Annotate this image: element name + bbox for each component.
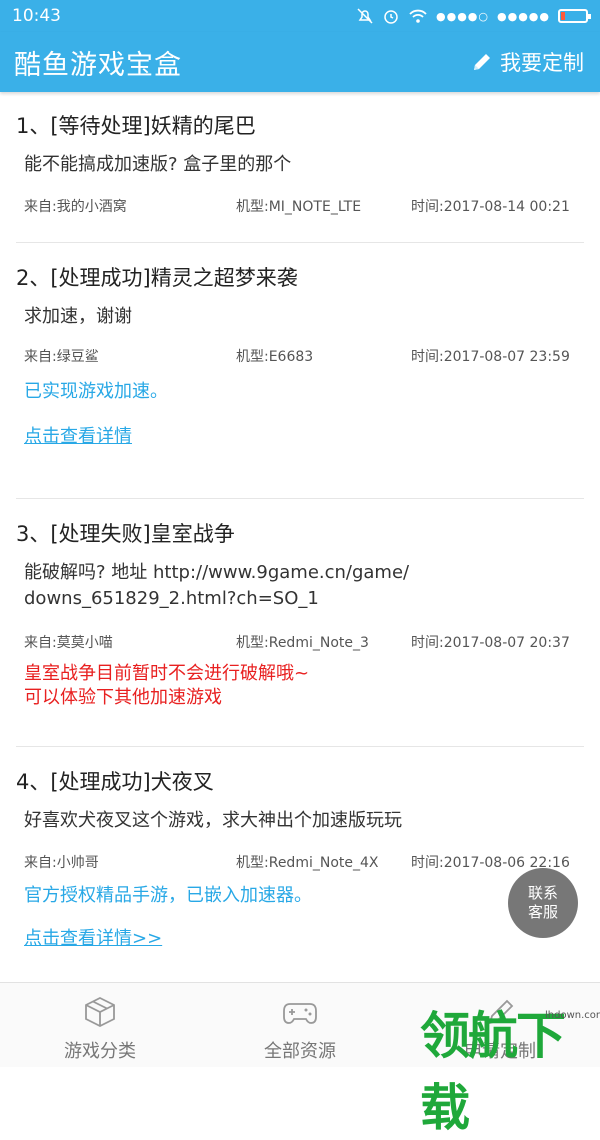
- item-from: 来自:绿豆鲨: [24, 349, 99, 365]
- signal-2-icon: ●●●●●: [497, 9, 550, 23]
- item-title: 4、[处理成功]犬夜叉: [16, 770, 214, 794]
- app-title: 酷鱼游戏宝盒: [14, 49, 182, 81]
- item-body: 好喜欢犬夜叉这个游戏，求大神出个加速版玩玩: [24, 810, 402, 831]
- divider: [16, 498, 584, 499]
- app-bar: 酷鱼游戏宝盒 我要定制: [0, 32, 600, 92]
- item-time: 时间:2017-08-07 23:59: [411, 349, 570, 365]
- item-body-line: 能破解吗? 地址 http://www.9game.cn/game/: [24, 562, 410, 583]
- item-reply: 已实现游戏加速。: [24, 381, 168, 402]
- box-icon: [85, 996, 115, 1028]
- divider: [16, 746, 584, 747]
- list-item[interactable]: 2、[处理成功]精灵之超梦来袭 求加速，谢谢 来自:绿豆鲨 机型:E6683 时…: [0, 262, 600, 448]
- customer-service-button[interactable]: 联系 客服: [508, 868, 578, 938]
- list-item[interactable]: 3、[处理失败]皇室战争 能破解吗? 地址 http://www.9game.c…: [0, 518, 600, 710]
- signal-1-icon: ●●●●○: [436, 9, 489, 23]
- view-details-link[interactable]: 点击查看详情: [16, 422, 132, 448]
- list-item[interactable]: 4、[处理成功]犬夜叉 好喜欢犬夜叉这个游戏，求大神出个加速版玩玩 来自:小帅哥…: [0, 766, 600, 950]
- item-model: 机型:E6683: [236, 349, 314, 365]
- tab-label: 游戏分类: [64, 1041, 136, 1062]
- item-body: 求加速，谢谢: [24, 306, 132, 327]
- item-meta: 来自:小帅哥 机型:Redmi_Note_4X 时间:2017-08-06 22…: [16, 852, 584, 874]
- item-meta: 来自:绿豆鲨 机型:E6683 时间:2017-08-07 23:59: [16, 346, 584, 368]
- item-time: 时间:2017-08-07 20:37: [411, 635, 570, 651]
- item-title: 2、[处理成功]精灵之超梦来袭: [16, 266, 298, 290]
- status-time: 10:43: [12, 6, 61, 26]
- battery-icon: [558, 9, 591, 23]
- pencil-icon: [474, 54, 490, 70]
- divider: [16, 242, 584, 243]
- item-meta: 来自:我的小酒窝 机型:MI_NOTE_LTE 时间:2017-08-14 00…: [16, 196, 584, 218]
- customer-service-line2: 客服: [527, 903, 558, 921]
- tab-all-resources[interactable]: 全部资源: [200, 983, 400, 1068]
- item-model: 机型:MI_NOTE_LTE: [236, 199, 362, 215]
- custom-request-label: 我要定制: [500, 51, 584, 75]
- item-reply-line: 皇室战争目前暂时不会进行破解哦~: [24, 663, 310, 684]
- customer-service-line1: 联系: [527, 884, 558, 902]
- item-model: 机型:Redmi_Note_3: [236, 635, 369, 651]
- item-reply: 皇室战争目前暂时不会进行破解哦~ 可以体验下其他加速游戏: [16, 662, 584, 710]
- tab-label: 全部资源: [264, 1041, 336, 1062]
- item-meta: 来自:莫莫小喵 机型:Redmi_Note_3 时间:2017-08-07 20…: [16, 632, 584, 654]
- item-time: 时间:2017-08-14 00:21: [411, 199, 570, 215]
- tab-game-categories[interactable]: 游戏分类: [0, 983, 200, 1068]
- item-body-line: downs_651829_2.html?ch=SO_1: [24, 588, 319, 609]
- item-body: 能不能搞成加速版? 盒子里的那个: [24, 154, 292, 175]
- item-title: 1、[等待处理]妖精的尾巴: [16, 114, 256, 138]
- item-reply-line: 可以体验下其他加速游戏: [24, 687, 222, 708]
- request-list[interactable]: 1、[等待处理]妖精的尾巴 能不能搞成加速版? 盒子里的那个 来自:我的小酒窝 …: [0, 92, 600, 982]
- custom-request-button[interactable]: 我要定制: [470, 47, 584, 77]
- item-from: 来自:我的小酒窝: [24, 199, 127, 215]
- list-item[interactable]: 1、[等待处理]妖精的尾巴 能不能搞成加速版? 盒子里的那个 来自:我的小酒窝 …: [0, 110, 600, 218]
- status-bar: 10:43 ●●●●○ ●●●●●: [0, 0, 600, 32]
- item-model: 机型:Redmi_Note_4X: [236, 855, 379, 871]
- wifi-icon: [409, 9, 427, 23]
- item-body: 能破解吗? 地址 http://www.9game.cn/game/ downs…: [16, 560, 584, 612]
- item-title: 3、[处理失败]皇室战争: [16, 522, 235, 546]
- status-icons: ●●●●○ ●●●●●: [356, 7, 591, 25]
- item-from: 来自:小帅哥: [24, 855, 99, 871]
- view-details-link[interactable]: 点击查看详情>>: [16, 924, 162, 950]
- item-reply: 官方授权精品手游，已嵌入加速器。: [24, 885, 312, 906]
- alarm-icon: [384, 10, 398, 24]
- watermark-site: lhdown.com: [545, 1010, 600, 1021]
- mute-icon: [357, 8, 373, 24]
- item-from: 来自:莫莫小喵: [24, 635, 113, 651]
- gamepad-icon: [283, 1003, 317, 1024]
